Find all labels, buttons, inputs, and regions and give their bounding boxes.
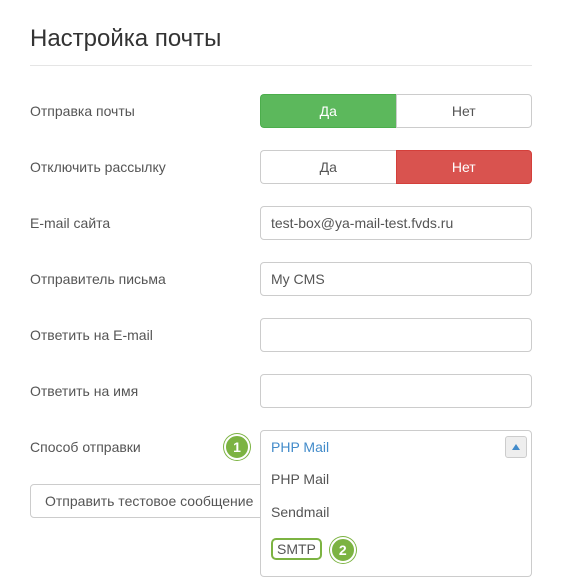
divider	[30, 65, 532, 66]
toggle-send-mail-no[interactable]: Нет	[396, 94, 533, 128]
row-send-mail: Отправка почты Да Нет	[30, 94, 532, 128]
label-reply-name: Ответить на имя	[30, 383, 260, 399]
label-send-mail: Отправка почты	[30, 103, 260, 119]
row-reply-name: Ответить на имя	[30, 374, 532, 408]
chevron-up-icon	[505, 436, 527, 458]
reply-email-input[interactable]	[260, 318, 532, 352]
row-disable-mailing: Отключить рассылку Да Нет	[30, 150, 532, 184]
toggle-disable-mailing-yes[interactable]: Да	[260, 150, 396, 184]
row-reply-email: Ответить на E-mail	[30, 318, 532, 352]
option-smtp[interactable]: SMTP 2	[261, 529, 531, 572]
label-reply-email: Ответить на E-mail	[30, 327, 260, 343]
toggle-send-mail-yes[interactable]: Да	[260, 94, 396, 128]
send-test-button[interactable]: Отправить тестовое сообщение	[30, 484, 268, 518]
option-php-mail[interactable]: PHP Mail	[261, 463, 531, 496]
label-disable-mailing: Отключить рассылку	[30, 159, 260, 175]
row-send-method: Способ отправки 1 PHP Mail PHP Mail Send…	[30, 430, 532, 464]
option-sendmail[interactable]: Sendmail	[261, 496, 531, 529]
send-method-display[interactable]: PHP Mail	[260, 430, 532, 464]
send-method-dropdown: PHP Mail Sendmail SMTP 2	[260, 463, 532, 577]
toggle-send-mail: Да Нет	[260, 94, 532, 128]
row-sender: Отправитель письма	[30, 262, 532, 296]
toggle-disable-mailing: Да Нет	[260, 150, 532, 184]
callout-2: 2	[330, 537, 356, 563]
send-method-selected-text: PHP Mail	[271, 431, 329, 463]
row-site-email: E-mail сайта	[30, 206, 532, 240]
toggle-disable-mailing-no[interactable]: Нет	[396, 150, 533, 184]
callout-1: 1	[224, 434, 250, 460]
label-sender: Отправитель письма	[30, 271, 260, 287]
sender-input[interactable]	[260, 262, 532, 296]
site-email-input[interactable]	[260, 206, 532, 240]
page-title: Настройка почты	[30, 25, 532, 53]
label-site-email: E-mail сайта	[30, 215, 260, 231]
reply-name-input[interactable]	[260, 374, 532, 408]
option-smtp-text: SMTP	[271, 538, 322, 560]
send-method-select[interactable]: PHP Mail PHP Mail Sendmail SMTP 2	[260, 430, 532, 464]
